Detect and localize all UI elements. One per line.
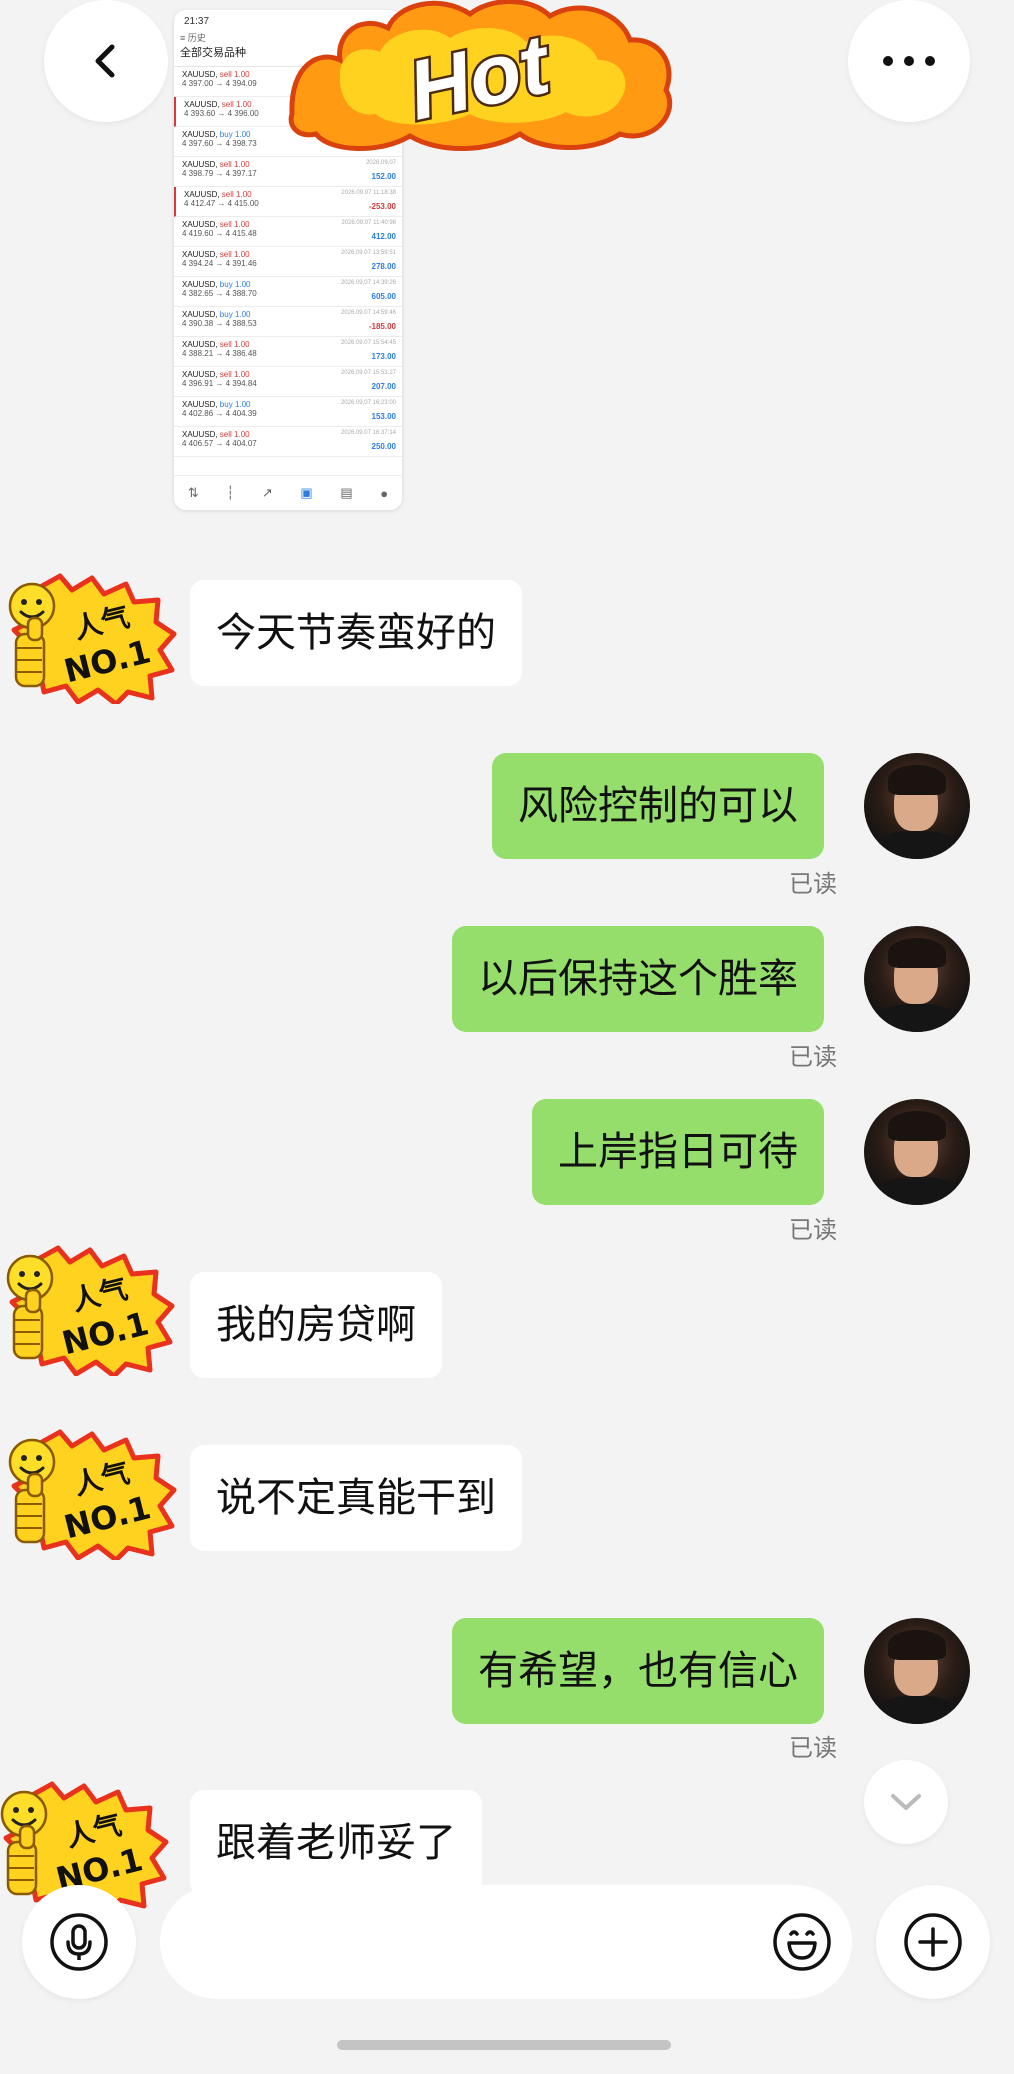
avatar[interactable] [864, 1618, 970, 1724]
trade-time: 2026.09.07 15:53:27 [340, 370, 396, 376]
trade-pnl: 278.00 [371, 262, 396, 271]
trade-pnl: 153.00 [371, 412, 396, 421]
message-outgoing[interactable]: 风险控制的可以 [492, 753, 824, 859]
trade-time: 2026.09.07 11:18:38 [341, 190, 396, 196]
message-incoming[interactable]: 跟着老师妥了 [190, 1790, 482, 1896]
trade-time: 2026.09.07 16:23:00 [340, 400, 396, 406]
trade-time: 2026.09.07 14:39:26 [340, 280, 396, 286]
trade-row[interactable]: XAUUSD, sell 1.00 4 398.79 → 4 397.17 2026… [174, 157, 402, 187]
menu-icon: ≡ [180, 33, 186, 43]
trade-row[interactable]: XAUUSD, sell 1.00 4 412.47 → 4 415.00 2026… [174, 187, 402, 217]
microphone-icon [50, 1913, 108, 1971]
message-outgoing[interactable]: 有希望，也有信心 [452, 1618, 824, 1724]
hot-sticker: Hot [280, 0, 680, 154]
trade-pnl: -185.00 [368, 322, 396, 331]
avatar[interactable] [864, 1099, 970, 1205]
trade-pnl: 412.00 [371, 232, 396, 241]
message-outgoing[interactable]: 以后保持这个胜率 [452, 926, 824, 1032]
chevron-down-icon [891, 1794, 921, 1810]
trade-row[interactable]: XAUUSD, buy 1.00 4 390.38 → 4 388.53 2026.… [174, 307, 402, 337]
trade-price-line: 4 382.65 → 4 388.70 [182, 289, 257, 298]
trade-time: 2026.09.07 [365, 160, 396, 166]
message-incoming[interactable]: 今天节奏蛮好的 [190, 580, 522, 686]
read-receipt: 已读 [789, 1043, 837, 1071]
more-actions-button[interactable] [876, 1885, 990, 1999]
avatar[interactable] [864, 753, 970, 859]
read-receipt: 已读 [789, 1216, 837, 1244]
popularity-badge-avatar[interactable]: 人气 NO.1 [0, 1244, 176, 1376]
chart-icon: ┆ [226, 485, 235, 500]
message-incoming[interactable]: 说不定真能干到 [190, 1445, 522, 1551]
chevron-left-icon [95, 44, 115, 78]
voice-button[interactable] [22, 1885, 136, 1999]
home-indicator [337, 2040, 671, 2050]
more-options-button[interactable] [848, 0, 970, 122]
trade-time: 2026.09.07 16:37:14 [340, 430, 396, 436]
avatar[interactable] [864, 926, 970, 1032]
emoji-icon [773, 1913, 831, 1971]
quotes-icon: ⇅ [187, 485, 199, 500]
trade-row[interactable]: XAUUSD, buy 1.00 4 382.65 → 4 388.70 2026.… [174, 277, 402, 307]
trade-price-line: 4 402.86 → 4 404.39 [182, 409, 257, 418]
trade-time: 2026.09.07 13:59:51 [340, 250, 396, 256]
news-icon: ▤ [340, 485, 353, 500]
trade-row[interactable]: XAUUSD, sell 1.00 4 388.21 → 4 386.48 2026… [174, 337, 402, 367]
emoji-button[interactable] [772, 1912, 832, 1976]
read-receipt: 已读 [789, 1734, 837, 1762]
message-input[interactable] [160, 1885, 852, 1999]
popularity-badge-avatar[interactable]: 人气 NO.1 [2, 1428, 178, 1560]
trade-row[interactable]: XAUUSD, sell 1.00 4 396.91 → 4 394.84 2026… [174, 367, 402, 397]
history-icon: ▣ [300, 485, 313, 500]
message-outgoing[interactable]: 上岸指日可待 [532, 1099, 824, 1205]
trade-pnl: 173.00 [371, 352, 396, 361]
trade-price-line: 4 419.60 → 4 415.48 [182, 229, 257, 238]
trade-row[interactable]: XAUUSD, sell 1.00 4 406.57 → 4 404.07 2026… [174, 427, 402, 457]
popularity-badge-avatar[interactable]: 人气 NO.1 [2, 572, 178, 704]
trade-pnl: -253.00 [368, 202, 396, 211]
trade-row[interactable]: XAUUSD, sell 1.00 4 394.24 → 4 391.46 2026… [174, 247, 402, 277]
trade-pnl: 152.00 [371, 172, 396, 181]
trade-time: 2026.09.07 11:40:98 [341, 220, 396, 226]
trade-price-line: 4 388.21 → 4 386.48 [182, 349, 257, 358]
read-receipt: 已读 [789, 870, 837, 898]
trade-pnl: 207.00 [371, 382, 396, 391]
trade-row[interactable]: XAUUSD, buy 1.00 4 402.86 → 4 404.39 2026.… [174, 397, 402, 427]
screenshot-bottom-nav: ⇅ ┆ ↗ ▣ ▤ ● [174, 475, 402, 510]
trade-price-line: 4 398.79 → 4 397.17 [182, 169, 257, 178]
trade-price-line: 4 396.91 → 4 394.84 [182, 379, 257, 388]
scroll-to-bottom-button[interactable] [864, 1760, 948, 1844]
trade-pnl: 605.00 [371, 292, 396, 301]
trade-pnl: 250.00 [371, 442, 396, 451]
message-incoming[interactable]: 我的房贷啊 [190, 1272, 442, 1378]
trade-row[interactable]: XAUUSD, sell 1.00 4 419.60 → 4 415.48 2026… [174, 217, 402, 247]
more-horizontal-icon [883, 56, 935, 66]
plus-icon [904, 1913, 962, 1971]
trade-icon: ↗ [261, 485, 273, 500]
trade-time: 2026.09.07 14:59:46 [340, 310, 396, 316]
trade-price-line: 4 394.24 → 4 391.46 [182, 259, 257, 268]
messages-icon: ● [380, 485, 389, 501]
trade-price-line: 4 406.57 → 4 404.07 [182, 439, 257, 448]
trade-time: 2026.09.07 15:54:45 [340, 340, 396, 346]
back-button[interactable] [44, 0, 168, 122]
